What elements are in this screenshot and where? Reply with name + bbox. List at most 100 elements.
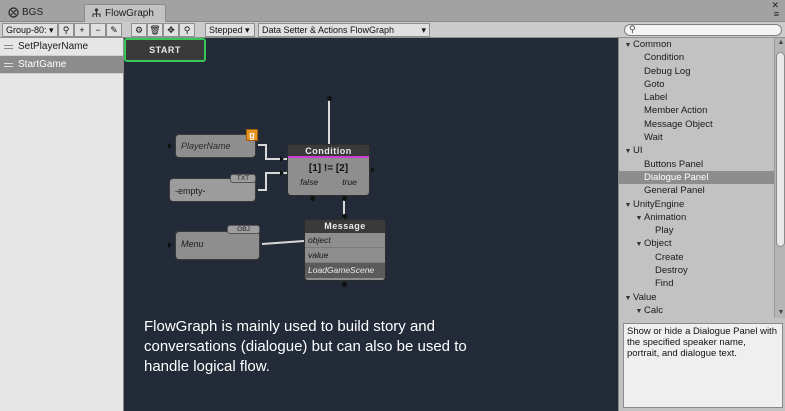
variable-node-menu[interactable]: Menu (175, 231, 260, 260)
node-tree: ▼ Common Condition Debug Log Goto Label Member… (619, 38, 774, 318)
flow-type-label: Data Setter & Actions FlowGraph (262, 25, 395, 35)
graph-item-label: SetPlayerName (18, 41, 89, 52)
tree-item-unityengine[interactable]: ▼ UnityEngine (619, 198, 774, 211)
badge-label: TXT (236, 175, 250, 182)
tab-flowgraph[interactable]: FlowGraph (84, 4, 166, 22)
group-select-label: Group-80: (6, 25, 47, 35)
flow-type-select[interactable]: Data Setter & Actions FlowGraph ▾ (258, 23, 430, 37)
graph-item-setplayername[interactable]: SetPlayerName (0, 38, 123, 56)
tree-item-object[interactable]: ▼ Object (619, 237, 774, 250)
bgs-logo-icon (8, 7, 19, 18)
variable-label: PlayerName (181, 141, 231, 151)
output-port-icon[interactable] (371, 167, 375, 173)
menu-icon[interactable]: ≡ (771, 10, 779, 19)
message-param-value: value (305, 248, 385, 263)
expand-arrow-icon[interactable]: ▼ (634, 212, 644, 225)
variable-label: Menu (181, 239, 204, 249)
message-param-value-text[interactable]: LoadGameScene (305, 263, 385, 278)
add-graph-button[interactable]: + (74, 23, 90, 37)
scroll-down-icon[interactable]: ▼ (776, 308, 785, 318)
move-icon: ✥ (167, 25, 175, 35)
variable-node-playername[interactable]: PlayerName (175, 134, 256, 158)
settings-button[interactable]: ⚙ (131, 23, 147, 37)
global-var-badge: g (246, 129, 258, 141)
output-false-label: false (300, 177, 319, 187)
remove-graph-button[interactable]: − (90, 23, 106, 37)
pan-button[interactable]: ✥ (163, 23, 179, 37)
output-true-label: true (342, 177, 357, 187)
delete-button[interactable]: 🗑 (147, 23, 163, 37)
tree-item-destroy[interactable]: Destroy (619, 264, 774, 277)
zoom-button[interactable]: ⚲ (179, 23, 195, 37)
input-port-icon[interactable] (280, 170, 284, 176)
tree-item-dialogue-panel[interactable]: Dialogue Panel (619, 170, 774, 185)
tree-item-general-panel[interactable]: General Panel (619, 184, 774, 197)
tree-item-label: Buttons Panel (644, 158, 704, 170)
input-port-icon[interactable] (168, 143, 172, 149)
node-search-input[interactable]: ⚲ (624, 24, 782, 36)
expand-arrow-icon[interactable]: ▼ (634, 305, 644, 318)
tree-item-label: Debug Log (644, 65, 691, 77)
flowgraph-canvas[interactable]: START PlayerName g -empty- TXT Condition… (124, 38, 618, 411)
expand-arrow-icon[interactable]: ▼ (623, 199, 633, 212)
mode-select[interactable]: Stepped ▾ (205, 23, 255, 37)
condition-outputs: false true (288, 177, 369, 187)
mode-select-label: Stepped (209, 25, 243, 35)
tree-item-label[interactable]: Label (619, 91, 774, 104)
tab-bgs-label: BGS (22, 7, 44, 18)
tree-item-buttons-panel[interactable]: Buttons Panel (619, 158, 774, 171)
expand-arrow-icon[interactable]: ▼ (623, 39, 633, 52)
message-node[interactable]: Message object value LoadGameScene (304, 219, 386, 281)
tree-item-value[interactable]: ▼ Value (619, 291, 774, 304)
message-param-object: object (305, 233, 385, 248)
tree-item-label: Find (655, 278, 674, 290)
tree-item-goto[interactable]: Goto (619, 78, 774, 91)
tree-item-label: UI (633, 145, 643, 157)
tree-item-condition[interactable]: Condition (619, 51, 774, 64)
tree-item-find[interactable]: Find (619, 277, 774, 290)
zoom-icon: ⚲ (183, 25, 191, 35)
tree-item-label: Object (644, 238, 672, 250)
graph-item-startgame[interactable]: StartGame (0, 56, 123, 74)
message-output-port[interactable] (342, 282, 347, 287)
caption-text: FlowGraph is mainly used to build story … (144, 318, 467, 375)
true-output-port[interactable] (342, 196, 347, 201)
graph-item-label: StartGame (18, 59, 67, 70)
tree-item-create[interactable]: Create (619, 251, 774, 264)
window-controls: ✕ ≡ (771, 1, 779, 19)
badge-label: OBJ (237, 226, 250, 233)
search-button[interactable]: ⚲ (58, 23, 74, 37)
start-output-port[interactable] (327, 96, 332, 101)
flowgraph-icon (92, 8, 101, 17)
tree-item-label: Destroy (655, 265, 688, 277)
tree-item-play[interactable]: Play (619, 224, 774, 237)
group-select[interactable]: Group-80: ▾ (2, 23, 58, 37)
scroll-up-icon[interactable]: ▲ (776, 38, 785, 48)
message-node-title: Message (305, 220, 385, 233)
input-port-icon[interactable] (280, 156, 284, 162)
condition-expression: [1] != [2] (308, 163, 349, 174)
badge-label: g (249, 130, 255, 140)
tree-item-debug-log[interactable]: Debug Log (619, 65, 774, 78)
condition-node[interactable]: Condition [1] != [2] false true (287, 144, 370, 196)
tab-bgs[interactable]: BGS (2, 4, 80, 22)
tree-item-common[interactable]: ▼ Common (619, 38, 774, 51)
tree-item-ui[interactable]: ▼ UI (619, 144, 774, 157)
tree-item-animation[interactable]: ▼ Animation (619, 211, 774, 224)
node-library-panel: ▼ Common Condition Debug Log Goto Label Member… (618, 38, 785, 411)
tree-item-message-object[interactable]: Message Object (619, 118, 774, 131)
tree-item-member-action[interactable]: Member Action (619, 104, 774, 117)
expand-arrow-icon[interactable]: ▼ (623, 292, 633, 305)
rename-button[interactable]: ✎ (106, 23, 122, 37)
false-output-port[interactable] (310, 196, 315, 201)
drag-handle-icon (4, 45, 13, 49)
tree-item-wait[interactable]: Wait (619, 131, 774, 144)
expand-arrow-icon[interactable]: ▼ (623, 145, 633, 158)
input-port-icon[interactable] (168, 242, 172, 248)
scroll-thumb[interactable] (776, 52, 785, 247)
tree-item-calc[interactable]: ▼ Calc (619, 304, 774, 317)
tree-scrollbar[interactable]: ▲ ▼ (774, 38, 785, 318)
tree-item-label: Message Object (644, 118, 713, 130)
expand-arrow-icon[interactable]: ▼ (634, 238, 644, 251)
chevron-down-icon: ▾ (421, 25, 426, 35)
